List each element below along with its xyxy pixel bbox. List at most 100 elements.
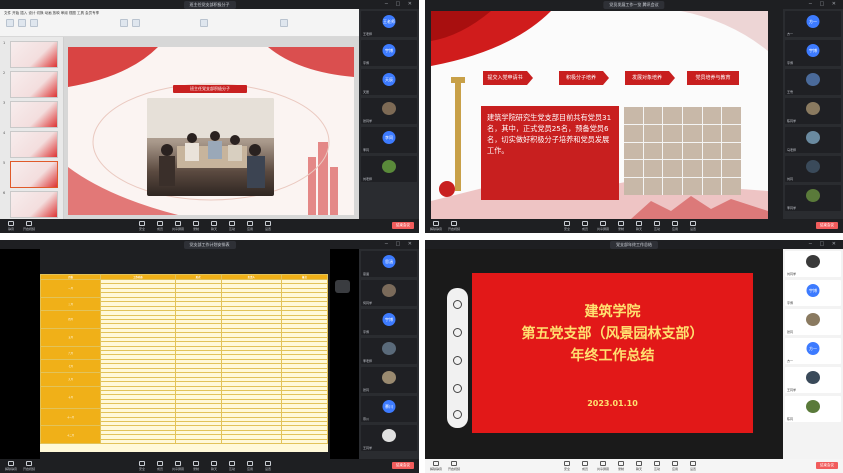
record-button[interactable]: 录制 — [189, 461, 203, 471]
end-meeting-button[interactable]: 结束会议 — [816, 462, 838, 469]
mute-button[interactable]: 解除静音 — [429, 461, 443, 471]
participant-tile[interactable]: 刘老师 — [361, 156, 417, 182]
pause-icon[interactable] — [453, 410, 462, 419]
slide-thumbnail[interactable] — [10, 41, 58, 68]
participant-tile[interactable]: 方一 方一 — [785, 338, 841, 364]
italic-icon[interactable] — [132, 19, 140, 27]
members-button[interactable]: 成员 — [153, 221, 167, 231]
share-screen-button[interactable]: 共享屏幕 — [171, 461, 185, 471]
end-meeting-button[interactable]: 结束会议 — [392, 222, 414, 229]
pointer-icon[interactable] — [453, 300, 462, 309]
participant-tile[interactable]: 王同学 — [785, 367, 841, 393]
slide-thumbnail[interactable] — [10, 191, 58, 218]
video-button[interactable]: 开启视频 — [22, 221, 36, 231]
security-button[interactable]: 安全 — [135, 461, 149, 471]
participant-tile[interactable]: 刘同 — [785, 156, 841, 182]
format-icon[interactable] — [18, 19, 26, 27]
shape-icon[interactable] — [200, 19, 208, 27]
record-button[interactable]: 录制 — [614, 461, 628, 471]
current-slide[interactable]: 班主任党支部积极分子 — [68, 47, 354, 215]
window-controls[interactable]: ─ □ ✕ — [809, 241, 839, 247]
participant-tile[interactable]: 宇博 宇博 — [785, 40, 841, 66]
mute-button[interactable]: 静音 — [4, 221, 18, 231]
participant-name: 慕川 — [363, 417, 370, 421]
participant-tile[interactable]: 张同学 — [361, 98, 417, 124]
record-button[interactable]: 录制 — [189, 221, 203, 231]
video-button[interactable]: 开启视频 — [22, 461, 36, 471]
record-button[interactable]: 录制 — [614, 221, 628, 231]
chat-button[interactable]: 聊天 — [632, 461, 646, 471]
share-screen-button[interactable]: 共享屏幕 — [171, 221, 185, 231]
chat-button[interactable]: 聊天 — [207, 461, 221, 471]
toolbar-label: 应用 — [246, 227, 253, 231]
participant-tile[interactable]: 李同 李同 — [361, 127, 417, 153]
participant-tile[interactable]: 李老师 — [361, 338, 417, 364]
security-button[interactable]: 安全 — [560, 461, 574, 471]
video-button[interactable]: 开启视频 — [447, 461, 461, 471]
interact-button[interactable]: 互动 — [225, 461, 239, 471]
window-controls[interactable]: ─ □ ✕ — [385, 241, 415, 247]
phone-icon[interactable] — [453, 384, 462, 393]
end-meeting-button[interactable]: 结束会议 — [816, 222, 838, 229]
participant-tile[interactable]: 张同 — [785, 309, 841, 335]
participant-tile[interactable]: 马老师 — [785, 127, 841, 153]
mute-button[interactable]: 解除静音 — [4, 461, 18, 471]
security-button[interactable]: 安全 — [560, 221, 574, 231]
apps-button[interactable]: 应用 — [243, 221, 257, 231]
participant-tile[interactable]: 张同 — [361, 367, 417, 393]
participant-tile[interactable]: 王老师 王老师 — [361, 11, 417, 37]
interact-button[interactable]: 互动 — [225, 221, 239, 231]
bold-icon[interactable] — [120, 19, 128, 27]
eraser-icon[interactable] — [453, 356, 462, 365]
members-button[interactable]: 成员 — [578, 461, 592, 471]
participant-tile[interactable]: 宇博 宇博 — [361, 309, 417, 335]
slide-thumbnail-selected[interactable] — [10, 161, 58, 188]
slide-thumbnail[interactable] — [10, 131, 58, 158]
arrange-icon[interactable] — [280, 19, 288, 27]
settings-button[interactable]: 设置 — [686, 221, 700, 231]
participant-tile[interactable]: 天辰 天辰 — [361, 69, 417, 95]
settings-button[interactable]: 设置 — [261, 461, 275, 471]
end-meeting-button[interactable]: 结束会议 — [392, 462, 414, 469]
avatar-photo — [806, 255, 820, 268]
avatar-photo — [382, 102, 396, 115]
settings-button[interactable]: 设置 — [261, 221, 275, 231]
participant-tile[interactable]: 王雪 — [785, 69, 841, 95]
chat-button[interactable]: 聊天 — [207, 221, 221, 231]
apps-button[interactable]: 应用 — [243, 461, 257, 471]
share-screen-button[interactable]: 共享屏幕 — [596, 461, 610, 471]
participant-tile[interactable]: 宇博 宇博 — [361, 40, 417, 66]
window-controls[interactable]: ─ □ ✕ — [809, 1, 839, 7]
participant-tile[interactable]: 思涵 思涵 — [361, 251, 417, 277]
video-button[interactable]: 开启视频 — [447, 221, 461, 231]
slide-thumbnail[interactable] — [10, 101, 58, 128]
participant-tile[interactable]: 李同学 — [785, 185, 841, 211]
pen-icon[interactable] — [453, 328, 462, 337]
participant-tile[interactable]: 刘同学 — [785, 251, 841, 277]
participant-tile[interactable]: 宇博 宇博 — [785, 280, 841, 306]
apps-button[interactable]: 应用 — [668, 221, 682, 231]
security-button[interactable]: 安全 — [135, 221, 149, 231]
slide-thumbnail[interactable] — [10, 71, 58, 98]
members-button[interactable]: 成员 — [578, 221, 592, 231]
mute-button[interactable]: 解除静音 — [429, 221, 443, 231]
interact-button[interactable]: 互动 — [650, 461, 664, 471]
settings-button[interactable]: 设置 — [686, 461, 700, 471]
participant-tile[interactable]: 王同学 — [361, 425, 417, 451]
participant-tile[interactable]: 慕川 慕川 — [361, 396, 417, 422]
window-controls[interactable]: ─ □ ✕ — [385, 1, 415, 7]
new-slide-icon[interactable] — [30, 19, 38, 27]
participant-tile[interactable]: 陈同学 — [785, 98, 841, 124]
chat-button[interactable]: 聊天 — [632, 221, 646, 231]
interact-button[interactable]: 互动 — [650, 221, 664, 231]
participant-tile[interactable]: 何同学 — [361, 280, 417, 306]
members-button[interactable]: 成员 — [153, 461, 167, 471]
toolbar-label: 录制 — [192, 467, 199, 471]
paste-icon[interactable] — [6, 19, 14, 27]
screen-toggle-icon[interactable] — [335, 280, 350, 293]
apps-button[interactable]: 应用 — [668, 461, 682, 471]
participant-tile[interactable]: 方一 方一 — [785, 11, 841, 37]
participant-tile[interactable]: 陈同 — [785, 396, 841, 422]
ribbon-menu[interactable]: 文件 开始 插入 设计 切换 动画 放映 审阅 视图 工具 会员专享 — [4, 11, 99, 16]
share-screen-button[interactable]: 共享屏幕 — [596, 221, 610, 231]
